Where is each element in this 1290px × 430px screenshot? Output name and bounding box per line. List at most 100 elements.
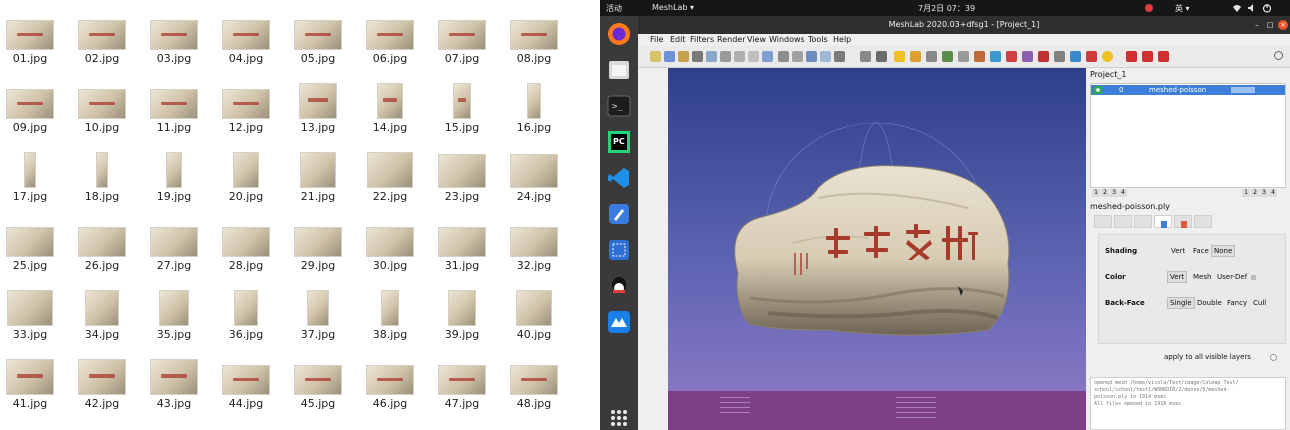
cube-icon[interactable] <box>834 51 845 62</box>
file-item[interactable]: 42.jpg <box>72 359 132 415</box>
pager-button[interactable]: 2 <box>1101 189 1109 197</box>
pager-button[interactable]: 2 <box>1251 189 1259 197</box>
annotate-icon[interactable] <box>894 51 905 62</box>
remove-icon[interactable] <box>1006 51 1017 62</box>
tab-bbox[interactable] <box>1094 215 1112 228</box>
color-icon[interactable] <box>1086 51 1097 62</box>
pager-button[interactable]: 1 <box>1092 189 1100 197</box>
file-item[interactable]: 27.jpg <box>144 221 204 277</box>
screenshot-icon[interactable] <box>607 238 631 262</box>
delete-vert-icon[interactable] <box>1142 51 1153 62</box>
pointpick-icon[interactable] <box>1054 51 1065 62</box>
record-indicator-icon[interactable] <box>1144 3 1154 13</box>
file-item[interactable]: 41.jpg <box>0 359 60 415</box>
file-item[interactable]: 02.jpg <box>72 14 132 70</box>
file-item[interactable]: 20.jpg <box>216 152 276 208</box>
align-icon[interactable] <box>926 51 937 62</box>
menu-edit[interactable]: Edit <box>670 35 686 44</box>
file-item[interactable]: 39.jpg <box>432 290 492 346</box>
firefox-icon[interactable] <box>607 22 631 46</box>
pager-button[interactable]: 4 <box>1269 189 1277 197</box>
qq-icon[interactable] <box>607 274 631 298</box>
file-item[interactable]: 44.jpg <box>216 359 276 415</box>
file-item[interactable]: 33.jpg <box>0 290 60 346</box>
pager-button[interactable]: 4 <box>1119 189 1127 197</box>
file-item[interactable]: 23.jpg <box>432 152 492 208</box>
points-icon[interactable] <box>748 51 759 62</box>
visibility-eye-icon[interactable] <box>1094 86 1102 94</box>
file-item[interactable]: 10.jpg <box>72 83 132 139</box>
file-item[interactable]: 26.jpg <box>72 221 132 277</box>
wire-icon[interactable] <box>762 51 773 62</box>
text-editor-icon[interactable] <box>607 202 631 226</box>
file-item[interactable]: 17.jpg <box>0 152 60 208</box>
color-mesh[interactable]: Mesh <box>1191 272 1213 282</box>
apply-all-checkbox[interactable] <box>1270 354 1277 361</box>
file-item[interactable]: 46.jpg <box>360 359 420 415</box>
file-item[interactable]: 32.jpg <box>504 221 564 277</box>
file-item[interactable]: 09.jpg <box>0 83 60 139</box>
flat-icon[interactable] <box>778 51 789 62</box>
tab-points[interactable] <box>1114 215 1132 228</box>
window-title-bar[interactable]: MeshLab 2020.03+dfsg1 - [Project_1] – □ … <box>638 16 1290 34</box>
pycharm-icon[interactable]: PC <box>607 130 631 154</box>
file-item[interactable]: 08.jpg <box>504 14 564 70</box>
color-vert[interactable]: Vert <box>1167 271 1188 283</box>
filter-icon[interactable] <box>990 51 1001 62</box>
file-item[interactable]: 31.jpg <box>432 221 492 277</box>
pick-icon[interactable] <box>910 51 921 62</box>
file-item[interactable]: 06.jpg <box>360 14 420 70</box>
file-item[interactable]: 43.jpg <box>144 359 204 415</box>
reload-icon[interactable] <box>692 51 703 62</box>
transform-icon[interactable] <box>1038 51 1049 62</box>
backface-single[interactable]: Single <box>1167 297 1195 309</box>
save-icon[interactable] <box>678 51 689 62</box>
select-face-icon[interactable] <box>958 51 969 62</box>
layer-icon[interactable] <box>720 51 731 62</box>
file-item[interactable]: 45.jpg <box>288 359 348 415</box>
close-icon[interactable]: × <box>1278 20 1288 30</box>
file-item[interactable]: 13.jpg <box>288 83 348 139</box>
file-item[interactable]: 35.jpg <box>144 290 204 346</box>
file-item[interactable]: 48.jpg <box>504 359 564 415</box>
file-item[interactable]: 07.jpg <box>432 14 492 70</box>
file-item[interactable]: 04.jpg <box>216 14 276 70</box>
file-item[interactable]: 01.jpg <box>0 14 60 70</box>
layer-row[interactable]: 0 meshed-poisson <box>1091 85 1285 95</box>
delete-sel-icon[interactable] <box>1158 51 1169 62</box>
file-item[interactable]: 25.jpg <box>0 221 60 277</box>
file-item[interactable]: 29.jpg <box>288 221 348 277</box>
shading-none[interactable]: None <box>1211 245 1236 257</box>
bbox-icon[interactable] <box>734 51 745 62</box>
file-item[interactable]: 05.jpg <box>288 14 348 70</box>
fullscreen-icon[interactable] <box>820 51 831 62</box>
menu-file[interactable]: File <box>650 35 663 44</box>
vscode-icon[interactable] <box>607 166 631 190</box>
shading-face[interactable]: Face <box>1191 246 1211 256</box>
new-icon[interactable] <box>650 51 661 62</box>
light-icon[interactable] <box>860 51 871 62</box>
file-item[interactable]: 34.jpg <box>72 290 132 346</box>
tab-texture[interactable] <box>1174 215 1192 228</box>
color-user-def[interactable]: User-Def <box>1215 272 1249 282</box>
backface-cull[interactable]: Cull <box>1251 298 1268 308</box>
tab-fill[interactable] <box>1154 215 1172 228</box>
files-icon[interactable] <box>607 58 631 82</box>
file-item[interactable]: 11.jpg <box>144 83 204 139</box>
power-icon[interactable] <box>1262 3 1272 13</box>
input-method[interactable]: 英 ▾ <box>1175 3 1190 14</box>
backface-double[interactable]: Double <box>1195 298 1224 308</box>
minimize-icon[interactable]: – <box>1252 20 1262 30</box>
file-item[interactable]: 38.jpg <box>360 290 420 346</box>
clock[interactable]: 7月2日 07：39 <box>918 3 975 14</box>
meshlab-icon[interactable] <box>607 310 631 334</box>
layer-list[interactable]: 0 meshed-poisson <box>1090 83 1286 188</box>
backface-fancy[interactable]: Fancy <box>1225 298 1249 308</box>
file-item[interactable]: 40.jpg <box>504 290 564 346</box>
app-menu[interactable]: MeshLab ▾ <box>652 3 694 12</box>
menu-help[interactable]: Help <box>833 35 851 44</box>
search-icon[interactable] <box>1274 51 1283 60</box>
file-item[interactable]: 21.jpg <box>288 152 348 208</box>
color-swatch-icon[interactable] <box>1251 275 1256 280</box>
file-item[interactable]: 03.jpg <box>144 14 204 70</box>
